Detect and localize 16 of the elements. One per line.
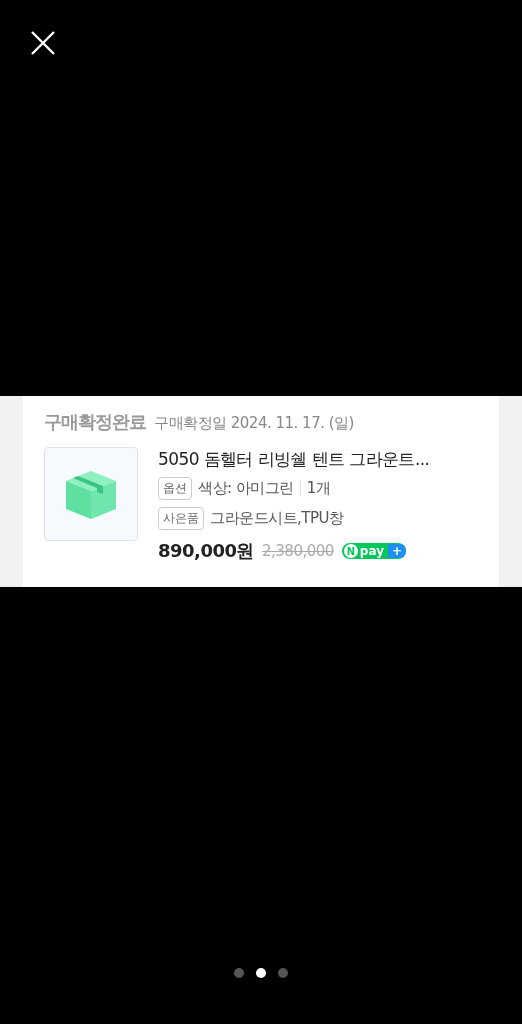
product-title: 5050 돔헬터 리빙쉘 텐트 그라운트... [158,448,430,471]
page-indicator-dot[interactable] [234,968,244,978]
quantity: 1개 [306,478,331,498]
gift-tag: 사은품 [158,506,204,530]
original-price: 2,380,000 [262,542,334,560]
page-indicator-dot[interactable] [278,968,288,978]
gift-value: 그라운드시트,TPU창 [210,508,344,528]
page-indicator-dot[interactable] [256,968,266,978]
npay-badge: N pay + [341,543,407,559]
close-button[interactable] [31,31,55,55]
option-value: 색상: 아미그린 [198,478,294,498]
sale-price: 890,000원 [158,539,254,563]
option-tag: 옵션 [158,476,192,500]
order-status: 구매확정완료 [44,410,146,434]
close-icon [31,31,55,55]
confirm-date: 구매확정일 2024. 11. 17. (일) [154,414,354,433]
